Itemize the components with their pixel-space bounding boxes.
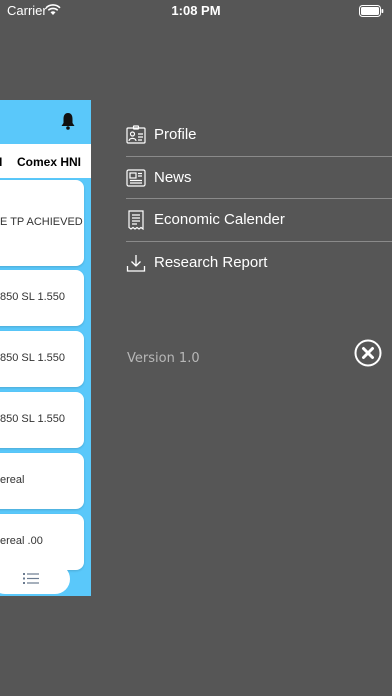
menu-item-news[interactable]: News: [126, 157, 392, 199]
side-menu: Profile News Economic Calender Research …: [126, 114, 392, 283]
list-item[interactable]: E TP ACHIEVED: [0, 180, 84, 266]
menu-item-profile[interactable]: Profile: [126, 114, 392, 157]
card-text: 850 SL 1.550: [0, 352, 66, 364]
bottom-bar: [0, 564, 70, 594]
battery-icon: [359, 5, 384, 20]
status-bar: Carrier 1:08 PM: [0, 0, 392, 22]
card-text: ereal .00: [0, 535, 43, 547]
card-text: 850 SL 1.550: [0, 291, 66, 303]
download-icon: [126, 253, 146, 273]
list-item[interactable]: 850 SL 1.550: [0, 270, 84, 326]
menu-item-label: Economic Calender: [154, 211, 285, 228]
version-label: Version 1.0: [127, 351, 200, 366]
list-icon[interactable]: [23, 572, 39, 590]
card-text: E TP ACHIEVED: [0, 216, 83, 228]
bell-icon[interactable]: [60, 112, 76, 135]
close-icon: [354, 339, 382, 367]
card-text: ereal: [0, 474, 25, 486]
close-button[interactable]: [354, 339, 382, 367]
main-header: [0, 100, 91, 144]
tab-comex-hni[interactable]: Comex HNI: [17, 155, 81, 169]
card-text: 850 SL 1.550: [0, 413, 66, 425]
tab-partial[interactable]: I: [0, 155, 2, 169]
menu-item-label: Profile: [154, 126, 197, 143]
main-screen-preview[interactable]: I Comex HNI E TP ACHIEVED 850 SL 1.550 8…: [0, 100, 91, 596]
clock: 1:08 PM: [171, 3, 221, 18]
menu-item-economic-calender[interactable]: Economic Calender: [126, 199, 392, 242]
menu-item-label: News: [154, 168, 192, 186]
list-item[interactable]: ereal .00: [0, 514, 84, 570]
list-item[interactable]: ereal: [0, 453, 84, 509]
calendar-icon: [126, 210, 146, 231]
menu-item-label: Research Report: [154, 253, 268, 271]
list-item[interactable]: 850 SL 1.550: [0, 392, 84, 448]
news-icon: [126, 168, 146, 188]
list-item[interactable]: 850 SL 1.550: [0, 331, 84, 387]
tab-strip: I Comex HNI: [0, 144, 91, 178]
profile-icon: [126, 125, 146, 145]
menu-item-research-report[interactable]: Research Report: [126, 242, 392, 284]
